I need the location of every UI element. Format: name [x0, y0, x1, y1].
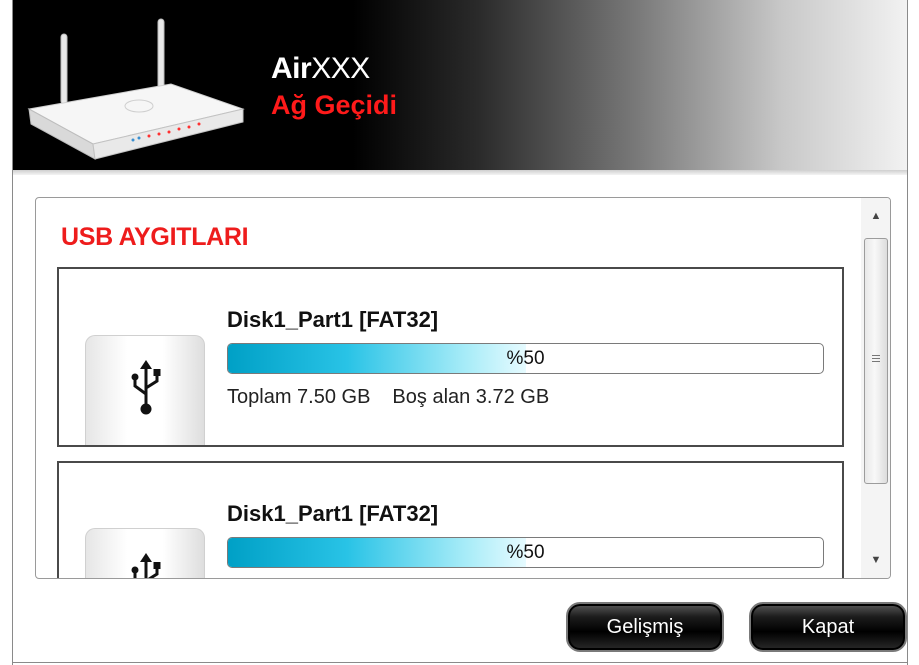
- advanced-button[interactable]: Gelişmiş: [566, 602, 724, 652]
- panel-title: USB AYGITLARI: [61, 223, 249, 251]
- arrow-up-icon[interactable]: ▲: [861, 198, 890, 234]
- grip-icon: [872, 355, 880, 356]
- frame-right-border: [907, 0, 908, 665]
- frame-bottom-border: [12, 662, 908, 663]
- usb-icon: [131, 553, 161, 578]
- usage-progress-bar: %50: [227, 537, 824, 568]
- vertical-scrollbar[interactable]: ▲ ▼: [861, 198, 890, 578]
- header-banner: AirXXX Ağ Geçidi: [13, 0, 907, 170]
- disk-card[interactable]: Disk1_Part1 [FAT32] %50 Toplam 7.50 GB Bo…: [57, 267, 844, 447]
- arrow-down-icon[interactable]: ▼: [861, 542, 890, 578]
- usage-progress-bar: %50: [227, 343, 824, 374]
- close-button[interactable]: Kapat: [749, 602, 907, 652]
- disk-card[interactable]: Disk1_Part1 [FAT32] %50: [57, 461, 844, 578]
- disk-name: Disk1_Part1 [FAT32]: [227, 307, 439, 332]
- usb-drive-image: [85, 335, 205, 445]
- total-size-label: Toplam 7.50 GB: [227, 386, 371, 408]
- product-subtitle: Ağ Geçidi: [271, 90, 398, 120]
- product-name: AirXXX: [271, 52, 370, 85]
- scroll-thumb[interactable]: [864, 238, 888, 484]
- usage-percent-label: %50: [506, 348, 545, 369]
- router-image: [27, 18, 245, 160]
- free-space-label: Boş alan 3.72 GB: [392, 386, 550, 408]
- header-separator: [13, 170, 907, 175]
- disk-name: Disk1_Part1 [FAT32]: [227, 501, 439, 526]
- usage-percent-label: %50: [506, 542, 545, 563]
- usb-drive-image: [85, 528, 205, 578]
- disk-capacity-info: Toplam 7.50 GB Boş alan 3.72 GB: [227, 386, 549, 409]
- usb-devices-panel: USB AYGITLARI Disk1_Part1 [FAT32] %50 To…: [35, 197, 891, 579]
- usb-icon: [131, 360, 161, 415]
